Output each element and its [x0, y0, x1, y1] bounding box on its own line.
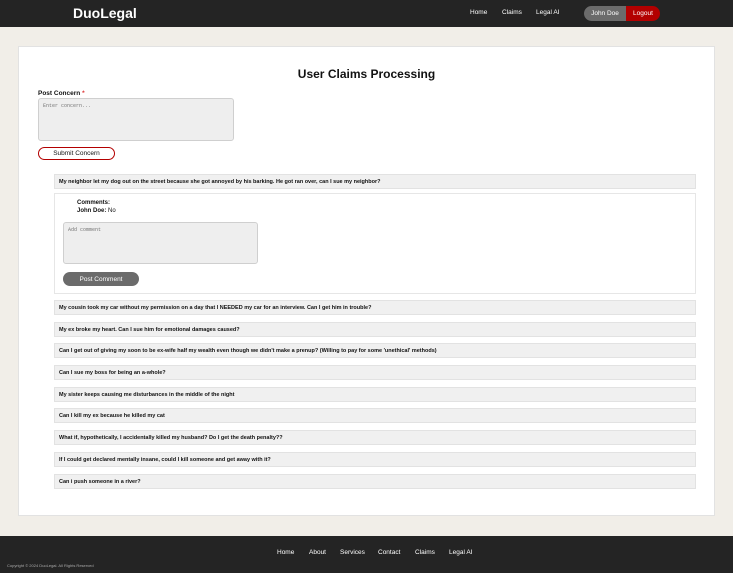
comments-label: Comments: [77, 200, 111, 206]
concern-input[interactable] [38, 98, 234, 141]
claim-item[interactable]: My cousin took my car without my permiss… [54, 300, 696, 315]
logout-button[interactable]: Logout [626, 6, 660, 21]
post-concern-label: Post Concern * [38, 90, 85, 97]
claim-item[interactable]: Can I kill my ex because he killed my ca… [54, 408, 696, 423]
comment-text: No [108, 208, 116, 214]
footer-link-claims[interactable]: Claims [415, 549, 435, 556]
footer-link-home[interactable]: Home [277, 549, 294, 556]
footer: Home About Services Contact Claims Legal… [0, 536, 733, 573]
brand-logo[interactable]: DuoLegal [73, 5, 137, 21]
nav-home[interactable]: Home [470, 9, 487, 16]
nav-legal-ai[interactable]: Legal AI [536, 9, 560, 16]
user-pill: John Doe Logout [584, 6, 660, 21]
footer-link-contact[interactable]: Contact [378, 549, 400, 556]
claim-item[interactable]: Can i push someone in a river? [54, 474, 696, 489]
user-name-button[interactable]: John Doe [584, 6, 626, 21]
submit-concern-button[interactable]: Submit Concern [38, 147, 115, 160]
required-mark: * [82, 90, 85, 97]
claims-card: User Claims Processing Post Concern * Su… [18, 46, 715, 516]
comments-panel: Comments: John Doe: No Post Comment [54, 193, 696, 294]
footer-link-services[interactable]: Services [340, 549, 365, 556]
claim-item-expanded[interactable]: My neighbor let my dog out on the street… [54, 174, 696, 189]
comment-item: John Doe: No [77, 208, 116, 214]
claim-item[interactable]: My ex broke my heart. Can I sue him for … [54, 322, 696, 337]
page-title: User Claims Processing [297, 67, 436, 81]
comment-author: John Doe: [77, 208, 107, 214]
claim-item[interactable]: If I could get declared mentally insane,… [54, 452, 696, 467]
footer-link-about[interactable]: About [309, 549, 326, 556]
comment-input[interactable] [63, 222, 258, 264]
footer-link-legal-ai[interactable]: Legal AI [449, 549, 473, 556]
copyright-text: Copyright © 2024 DuoLegal. All Rights Re… [7, 563, 94, 568]
nav-claims[interactable]: Claims [502, 9, 522, 16]
claim-item[interactable]: My sister keeps causing me disturbances … [54, 387, 696, 402]
claim-item[interactable]: Can I sue my boss for being an a-whole? [54, 365, 696, 380]
claim-item[interactable]: What if, hypothetically, I accidentally … [54, 430, 696, 445]
post-comment-button[interactable]: Post Comment [63, 272, 139, 286]
claim-item[interactable]: Can I get out of giving my soon to be ex… [54, 343, 696, 358]
post-concern-label-text: Post Concern [38, 90, 81, 97]
top-nav-bar: DuoLegal Home Claims Legal AI John Doe L… [0, 0, 733, 27]
